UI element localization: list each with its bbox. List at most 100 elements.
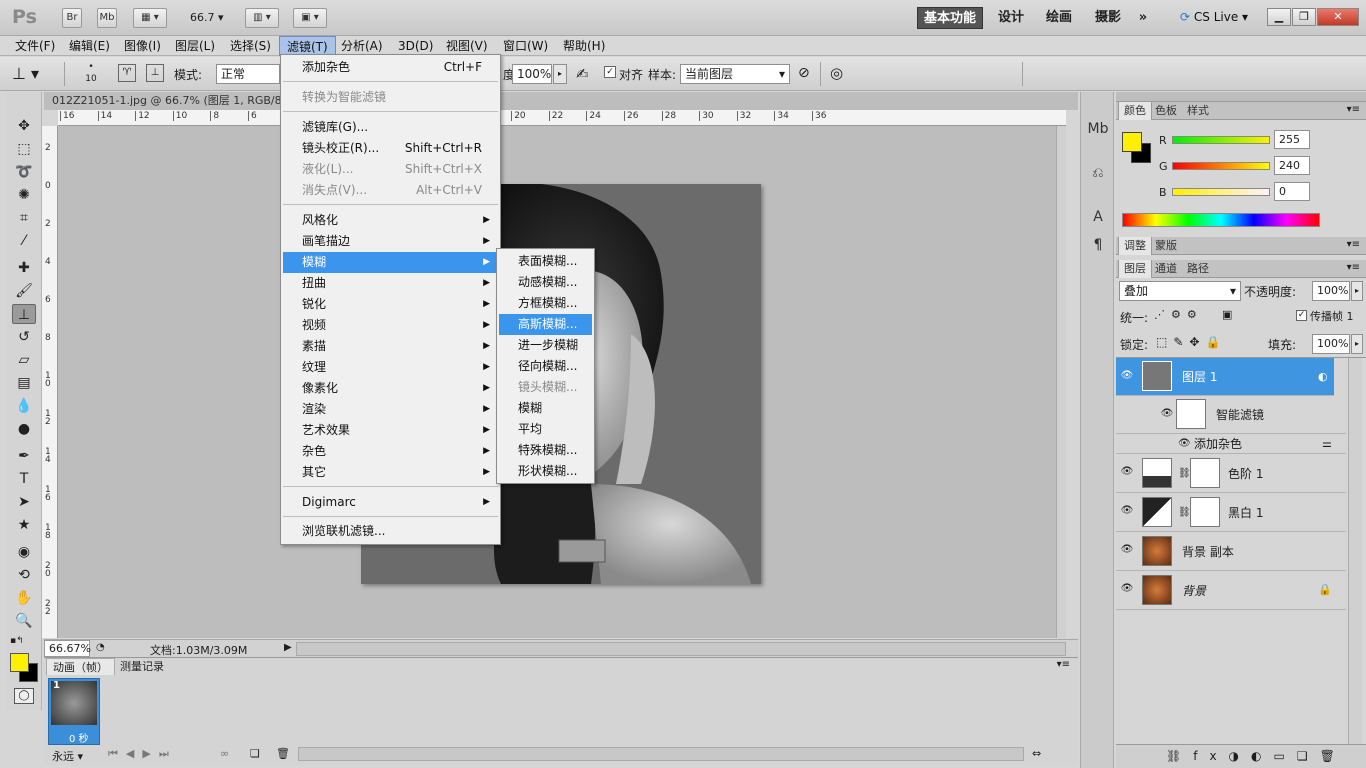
color-spectrum-bar[interactable] (1122, 213, 1320, 227)
menu-layer[interactable]: 图层(L) (168, 36, 222, 56)
horizontal-scrollbar[interactable] (296, 642, 1066, 656)
menu-item-browse-filters-online[interactable]: 浏览联机滤镜... (283, 521, 498, 542)
zoom-level-dropdown[interactable]: 66.7 ▾ (190, 11, 224, 24)
menu-item-add-noise[interactable]: 添加杂色 Ctrl+F (283, 57, 498, 78)
panel-menu-icon[interactable]: ▾≡ (1057, 659, 1070, 670)
workspace-painting[interactable]: 绘画 (1039, 7, 1079, 29)
tab-adjustments[interactable]: 调整 (1118, 237, 1152, 255)
workspace-essentials[interactable]: 基本功能 (917, 7, 983, 29)
more-workspaces-button[interactable]: » (1132, 7, 1154, 29)
pen-tool-icon[interactable]: ✒ (12, 446, 36, 466)
panel-collapse-bar[interactable] (1116, 92, 1366, 102)
menu-item-render[interactable]: 渲染 ▶ (283, 399, 498, 420)
menu-item-stylize[interactable]: 风格化 ▶ (283, 210, 498, 231)
menu-item-radial-blur[interactable]: 径向模糊... (499, 356, 592, 377)
menu-image[interactable]: 图像(I) (117, 36, 168, 56)
duplicate-frame-icon[interactable]: ❏ (250, 747, 260, 760)
menu-help[interactable]: 帮助(H) (556, 36, 612, 56)
eye-icon[interactable]: 👁 (1178, 438, 1191, 449)
panel-menu-icon[interactable]: ▾≡ (1347, 239, 1360, 250)
color-foreground-swatch[interactable] (1122, 132, 1142, 152)
menu-item-filter-gallery[interactable]: 滤镜库(G)... (283, 117, 498, 138)
blend-mode-select[interactable]: 叠加 ▾ (1119, 281, 1241, 301)
dodge-tool-icon[interactable]: ● (12, 419, 36, 439)
layer-row-background[interactable]: 👁 背景 🔒 (1116, 571, 1346, 610)
eye-icon[interactable]: 👁 (1160, 408, 1174, 420)
menu-item-other[interactable]: 其它 ▶ (283, 462, 498, 483)
menu-item-smart-blur[interactable]: 特殊模糊... (499, 440, 592, 461)
eye-icon[interactable]: 👁 (1120, 505, 1134, 517)
tween-icon[interactable]: ∞ (220, 747, 229, 760)
mini-bridge-button[interactable]: Mb (97, 8, 117, 28)
path-selection-tool-icon[interactable]: ➤ (12, 492, 36, 512)
history-brush-tool-icon[interactable]: ↺ (12, 327, 36, 347)
menu-window[interactable]: 窗口(W) (496, 36, 555, 56)
character-panel-icon[interactable]: A (1087, 206, 1109, 228)
brush-tool-icon[interactable]: 🖌 (12, 281, 36, 301)
mini-bridge-panel-icon[interactable]: Mb (1087, 118, 1109, 140)
sample-select[interactable]: 当前图层 ▾ (680, 64, 790, 84)
layers-scrollbar[interactable] (1348, 358, 1362, 748)
green-value-input[interactable]: 240 (1274, 156, 1310, 175)
menu-filter[interactable]: 滤镜(T) (279, 36, 336, 56)
tab-styles[interactable]: 样式 (1182, 102, 1214, 120)
tab-channels[interactable]: 通道 (1150, 260, 1182, 278)
menu-item-digimarc[interactable]: Digimarc ▶ (283, 492, 498, 513)
quick-selection-tool-icon[interactable]: ✺ (12, 185, 36, 205)
menu-item-surface-blur[interactable]: 表面模糊... (499, 251, 592, 272)
menu-item-pixelate[interactable]: 像素化 ▶ (283, 378, 498, 399)
clone-stamp-tool-icon[interactable]: ⊥ (12, 304, 36, 324)
3d-rotate-tool-icon[interactable]: ◉ (12, 542, 36, 562)
bridge-button[interactable]: Br (62, 8, 82, 28)
menu-edit[interactable]: 编辑(E) (62, 36, 117, 56)
3d-orbit-tool-icon[interactable]: ⟲ (12, 565, 36, 585)
panel-menu-icon[interactable]: ▾≡ (1347, 262, 1360, 273)
shape-tool-icon[interactable]: ★ (12, 515, 36, 535)
default-colors-icon[interactable]: ▪↰ (10, 636, 24, 646)
workspace-photography[interactable]: 摄影 (1088, 7, 1128, 29)
tab-paths[interactable]: 路径 (1182, 260, 1214, 278)
clone-source-panel-icon[interactable]: ⊥ (146, 64, 164, 82)
animation-scrollbar[interactable] (298, 747, 1024, 761)
zoom-tool-icon[interactable]: 🔍 (12, 611, 36, 631)
quick-mask-icon[interactable]: ◯ (14, 688, 34, 704)
unify-style-icon[interactable]: ▣ (1222, 308, 1232, 321)
menu-analysis[interactable]: 分析(A) (334, 36, 390, 56)
menu-item-gaussian-blur[interactable]: 高斯模糊... (499, 314, 592, 335)
paragraph-panel-icon[interactable]: ¶ (1087, 234, 1109, 256)
hand-tool-icon[interactable]: ✋ (12, 588, 36, 608)
layer-footer-icons[interactable]: ⛓fx◑◐▭❏🗑 (1166, 749, 1347, 763)
status-menu-arrow-icon[interactable]: ▶ (284, 642, 292, 653)
menu-item-motion-blur[interactable]: 动感模糊... (499, 272, 592, 293)
convert-timeline-icon[interactable]: ⇔ (1032, 747, 1041, 760)
menu-item-brush-strokes[interactable]: 画笔描边 ▶ (283, 231, 498, 252)
menu-item-video[interactable]: 视频 ▶ (283, 315, 498, 336)
green-slider[interactable] (1172, 162, 1270, 170)
playback-controls[interactable]: ⏮◀▶⏭ (108, 747, 177, 761)
aligned-checkbox[interactable]: ✓ (604, 66, 616, 78)
menu-3d[interactable]: 3D(D) (391, 36, 440, 56)
menu-item-average[interactable]: 平均 (499, 419, 592, 440)
minimize-button[interactable]: ▁ (1267, 8, 1291, 26)
brush-panel-toggle-icon[interactable]: ♈ (118, 64, 136, 82)
vertical-scrollbar[interactable] (1056, 126, 1066, 638)
lock-icons[interactable]: ⬚✎✥🔒 (1156, 335, 1226, 349)
eyedropper-tool-icon[interactable]: ⁄ (12, 231, 36, 251)
layer-row-levels[interactable]: 👁 ⛓ 色阶 1 (1116, 454, 1346, 493)
menu-item-sharpen[interactable]: 锐化 ▶ (283, 294, 498, 315)
history-panel-icon[interactable]: ⎌ (1087, 162, 1109, 184)
menu-file[interactable]: 文件(F) (8, 36, 62, 56)
unify-icons[interactable]: ⋰⚙⚙ (1154, 308, 1203, 321)
red-value-input[interactable]: 255 (1274, 130, 1310, 149)
menu-item-distort[interactable]: 扭曲 ▶ (283, 273, 498, 294)
flow-input[interactable]: 100% (512, 64, 552, 84)
layer-row-black-white[interactable]: 👁 ⛓ 黑白 1 (1116, 493, 1346, 532)
document-tab[interactable]: 012Z21051-1.jpg @ 66.7% (图层 1, RGB/8 (52, 92, 282, 110)
menu-item-texture[interactable]: 纹理 ▶ (283, 357, 498, 378)
red-slider[interactable] (1172, 136, 1270, 144)
delete-frame-icon[interactable]: 🗑 (276, 747, 290, 760)
animation-frame[interactable]: 1 0 秒 (48, 678, 100, 745)
menu-item-shape-blur[interactable]: 形状模糊... (499, 461, 592, 482)
frame-delay[interactable]: 0 秒 (69, 730, 89, 745)
restore-button[interactable]: ❐ (1292, 8, 1316, 26)
